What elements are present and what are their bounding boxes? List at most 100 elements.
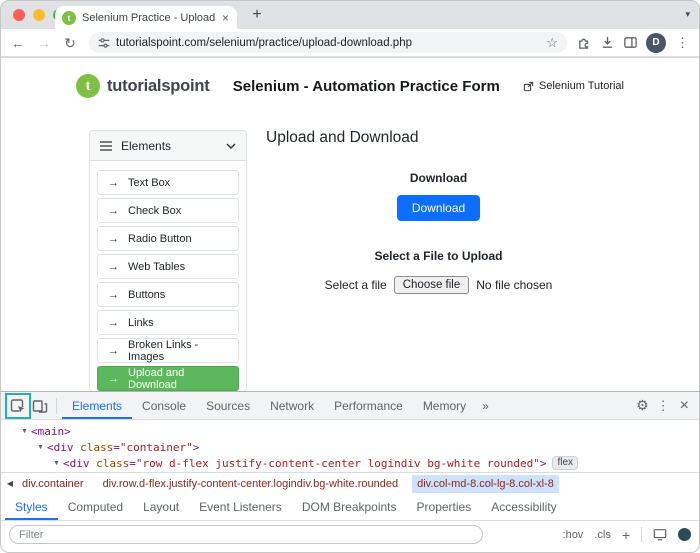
devtools-tab-memory[interactable]: Memory <box>413 392 476 419</box>
dom-node-code: <div class="container"> <box>47 441 199 454</box>
arrow-right-icon: → <box>108 205 119 217</box>
minimize-window-button[interactable] <box>33 9 45 21</box>
breadcrumb-item[interactable]: div.row.d-flex.justify-content-center.lo… <box>98 475 404 493</box>
devtools-tab-elements[interactable]: Elements <box>62 392 132 419</box>
download-button[interactable]: Download <box>397 195 480 221</box>
downloads-icon[interactable] <box>600 35 615 50</box>
devtools-tab-bar: ElementsConsoleSourcesNetworkPerformance… <box>62 392 476 419</box>
styles-tab-accessibility[interactable]: Accessibility <box>481 494 566 520</box>
expand-arrow-icon[interactable]: ▼ <box>19 428 30 435</box>
breadcrumb-item[interactable]: div.col-md-8.col-lg-8.col-xl-8 <box>412 475 559 493</box>
styles-tab-layout[interactable]: Layout <box>133 494 189 520</box>
settings-gear-icon[interactable]: ⚙ <box>636 397 649 414</box>
tab-search-chevron-icon[interactable]: ▾ <box>685 9 690 20</box>
flex-badge[interactable]: flex <box>552 456 578 470</box>
choose-file-button[interactable]: Choose file <box>394 276 470 294</box>
sidebar-item-label: Check Box <box>128 205 181 217</box>
back-icon[interactable]: ← <box>9 36 27 50</box>
hamburger-icon <box>100 141 112 151</box>
new-tab-button[interactable]: + <box>247 5 267 25</box>
devtools-menu-icon[interactable]: ⋮ <box>654 398 673 414</box>
breadcrumb-item[interactable]: div.container <box>17 475 89 493</box>
rendering-badge-icon[interactable] <box>678 528 691 541</box>
devtools-tab-console[interactable]: Console <box>132 392 196 419</box>
browser-window: t Selenium Practice - Upload a × + ▾ ← →… <box>0 0 700 553</box>
arrow-right-icon: → <box>108 373 119 385</box>
styles-tab-styles[interactable]: Styles <box>5 494 58 520</box>
toggle-element-state-button[interactable]: :hov <box>563 529 584 541</box>
sidebar-item-broken-links-images[interactable]: → Broken Links - Images <box>97 338 239 363</box>
filter-divider <box>641 527 642 542</box>
forward-icon[interactable]: → <box>35 36 53 50</box>
browser-menu-icon[interactable]: ⋮ <box>674 35 691 51</box>
sidebar-item-radio-button[interactable]: → Radio Button <box>97 226 239 251</box>
sidebar-item-upload-and-download[interactable]: →Upload and Download <box>97 366 239 391</box>
extensions-icon[interactable] <box>577 35 592 50</box>
close-window-button[interactable] <box>13 9 25 21</box>
breadcrumb-scroll-left-icon[interactable]: ◀ <box>3 479 17 488</box>
toolbar-divider <box>56 398 57 414</box>
arrow-right-icon: → <box>108 233 119 245</box>
sidebar-item-label: Radio Button <box>128 233 192 245</box>
styles-filter-input[interactable] <box>9 525 483 544</box>
sidebar-item-text-box[interactable]: →Text Box <box>97 170 239 195</box>
download-section-label: Download <box>266 171 611 185</box>
arrow-right-icon: → <box>108 261 119 273</box>
tab-strip: t Selenium Practice - Upload a × + ▾ <box>1 1 699 29</box>
dom-tree-node[interactable]: ▼<div class="row d-flex justify-content-… <box>1 455 699 471</box>
address-bar[interactable]: tutorialspoint.com/selenium/practice/upl… <box>89 32 567 53</box>
arrow-right-icon: → <box>108 317 119 329</box>
sidebar-item-label: Broken Links - Images <box>128 339 228 363</box>
file-status-text: No file chosen <box>476 278 552 292</box>
web-page: t tutorialspoint Selenium - Automation P… <box>1 58 699 391</box>
devtools-close-icon[interactable]: × <box>678 397 691 415</box>
devtools-tab-sources[interactable]: Sources <box>196 392 260 419</box>
page-title: Selenium - Automation Practice Form <box>210 78 523 95</box>
site-header: t tutorialspoint Selenium - Automation P… <box>1 58 699 104</box>
inspect-element-icon[interactable] <box>7 395 29 417</box>
element-classes-button[interactable]: .cls <box>594 529 611 541</box>
devtools-tab-performance[interactable]: Performance <box>324 392 413 419</box>
styles-tab-properties[interactable]: Properties <box>407 494 482 520</box>
select-file-label: Select a file <box>325 278 387 292</box>
bookmark-star-icon[interactable]: ☆ <box>546 35 558 51</box>
arrow-right-icon: → <box>108 177 119 189</box>
site-settings-icon[interactable] <box>98 37 110 49</box>
device-toolbar-icon[interactable] <box>29 395 51 417</box>
styles-tab-computed[interactable]: Computed <box>58 494 133 520</box>
devtools-panel: ElementsConsoleSourcesNetworkPerformance… <box>1 391 699 553</box>
dom-tree-node[interactable]: ▼<main> <box>1 423 699 439</box>
styles-sidebar-tabs: StylesComputedLayoutEvent ListenersDOM B… <box>1 494 699 521</box>
dom-tree-node[interactable]: ▼<div class="container"> <box>1 439 699 455</box>
sidebar-item-buttons[interactable]: → Buttons <box>97 282 239 307</box>
styles-tab-dom-breakpoints[interactable]: DOM Breakpoints <box>292 494 407 520</box>
profile-avatar[interactable]: D <box>646 33 666 53</box>
sidebar-item-links[interactable]: →Links <box>97 310 239 335</box>
tab-close-icon[interactable]: × <box>221 12 230 24</box>
breadcrumb-items: div.container div.row.d-flex.justify-cont… <box>17 475 559 493</box>
sidebar-item-label: Web Tables <box>128 261 185 273</box>
sidebar-item-web-tables[interactable]: → Web Tables <box>97 254 239 279</box>
more-tabs-button[interactable]: » <box>476 399 495 413</box>
tutorialspoint-logo-icon: t <box>76 74 100 98</box>
computed-styles-panel-icon[interactable] <box>653 528 667 541</box>
dom-node-code: <main> <box>31 425 71 438</box>
arrow-right-icon: → <box>108 345 119 357</box>
arrow-right-icon: → <box>108 289 119 301</box>
url-text[interactable]: tutorialspoint.com/selenium/practice/upl… <box>116 37 540 49</box>
elements-accordion-header[interactable]: Elements <box>90 131 246 161</box>
expand-arrow-icon[interactable]: ▼ <box>35 444 46 451</box>
browser-tab[interactable]: t Selenium Practice - Upload a × <box>55 6 237 29</box>
expand-arrow-icon[interactable]: ▼ <box>51 460 62 467</box>
elements-accordion-label: Elements <box>121 139 171 153</box>
sidebar-item-label: Buttons <box>128 289 165 301</box>
devtools-tab-network[interactable]: Network <box>260 392 324 419</box>
side-panel-icon[interactable] <box>623 35 638 50</box>
elements-menu: →Text Box→Check Box→Radio Button→Web Tab… <box>90 161 246 391</box>
selenium-tutorial-link[interactable]: Selenium Tutorial <box>523 80 624 92</box>
sidebar-item-check-box[interactable]: → Check Box <box>97 198 239 223</box>
brand-logo[interactable]: t tutorialspoint <box>76 74 210 98</box>
new-style-rule-button[interactable]: + <box>622 527 630 543</box>
reload-icon[interactable]: ↻ <box>61 36 79 50</box>
styles-tab-event-listeners[interactable]: Event Listeners <box>189 494 292 520</box>
